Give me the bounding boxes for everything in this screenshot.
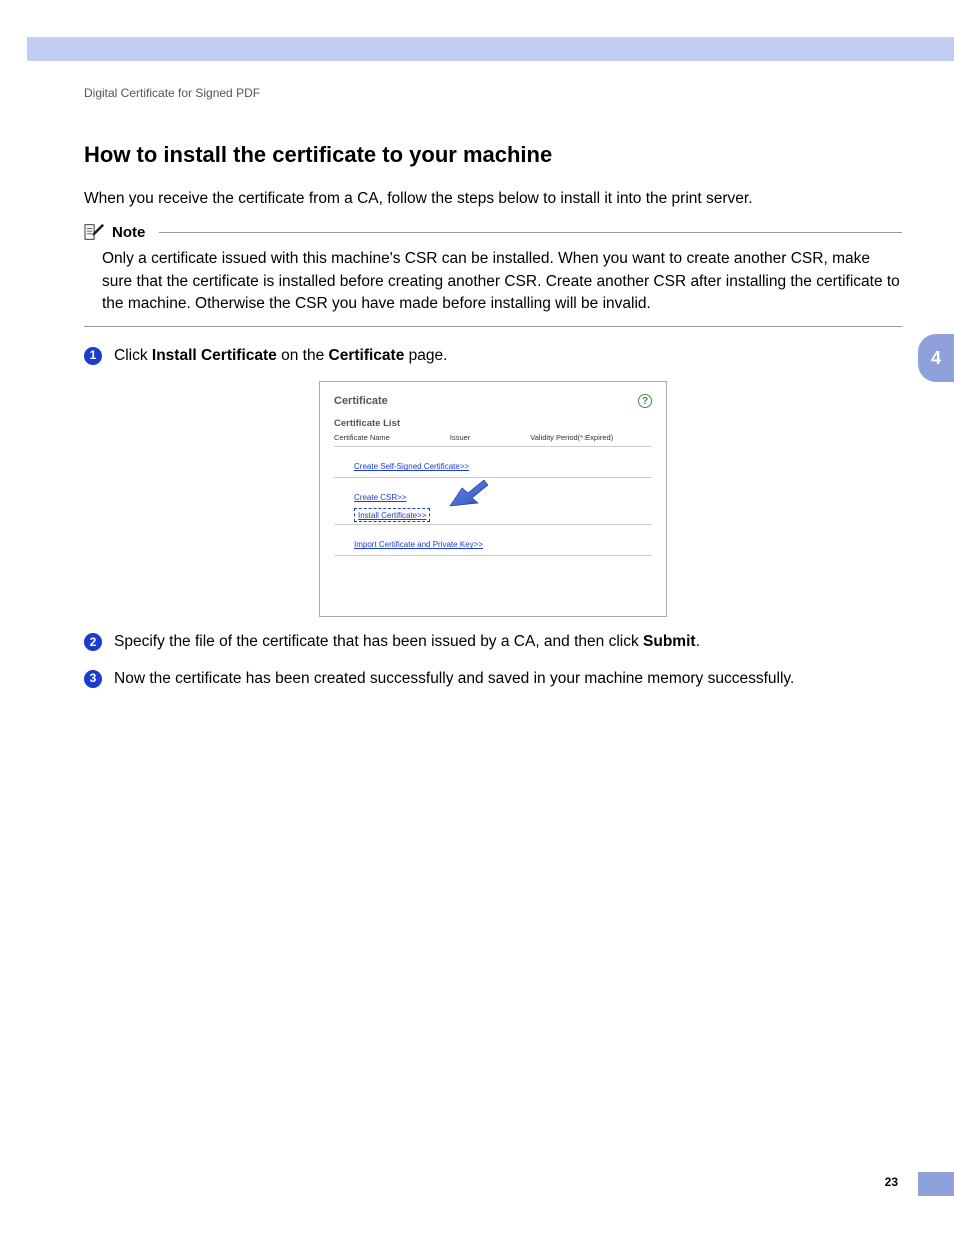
header-accent-bar bbox=[27, 37, 954, 61]
step-3-text: Now the certificate has been created suc… bbox=[114, 668, 794, 690]
ss-col-issuer: Issuer bbox=[450, 433, 470, 442]
step-1-bold1: Install Certificate bbox=[152, 347, 277, 364]
note-label: Note bbox=[112, 224, 145, 241]
page-number: 23 bbox=[885, 1175, 898, 1189]
ss-col-name: Certificate Name bbox=[334, 433, 390, 442]
note-block: Note Only a certificate issued with this… bbox=[84, 222, 902, 326]
page-content: Digital Certificate for Signed PDF How t… bbox=[84, 86, 902, 690]
note-body: Only a certificate issued with this mach… bbox=[84, 248, 902, 315]
step-3: 3 Now the certificate has been created s… bbox=[84, 668, 902, 690]
ss-panel-title: Certificate bbox=[334, 395, 388, 407]
step-2-post: . bbox=[696, 633, 700, 650]
ss-subtitle: Certificate List bbox=[334, 418, 652, 429]
step-1-bold2: Certificate bbox=[329, 347, 405, 364]
step-bullet-3: 3 bbox=[84, 670, 102, 688]
step-2-bold: Submit bbox=[643, 633, 696, 650]
page-heading: How to install the certificate to your m… bbox=[84, 142, 902, 168]
intro-paragraph: When you receive the certificate from a … bbox=[84, 188, 902, 210]
step-bullet-2: 2 bbox=[84, 633, 102, 651]
step-1-text: Click Install Certificate on the Certifi… bbox=[114, 345, 447, 367]
step-1-post: page. bbox=[404, 347, 447, 364]
step-1-pre: Click bbox=[114, 347, 152, 364]
ss-link-self-signed[interactable]: Create Self-Signed Certificate>> bbox=[354, 462, 469, 471]
ss-link-import-key[interactable]: Import Certificate and Private Key>> bbox=[354, 540, 483, 549]
breadcrumb: Digital Certificate for Signed PDF bbox=[84, 86, 902, 100]
embedded-screenshot: Certificate ? Certificate List Certifica… bbox=[319, 381, 667, 617]
ss-link-install-cert[interactable]: Install Certificate>> bbox=[358, 511, 426, 520]
note-rule-bottom bbox=[84, 326, 902, 327]
note-rule-top bbox=[159, 232, 902, 233]
note-pencil-icon bbox=[84, 222, 106, 242]
step-1: 1 Click Install Certificate on the Certi… bbox=[84, 345, 902, 367]
step-2-pre: Specify the file of the certificate that… bbox=[114, 633, 643, 650]
ss-link-create-csr[interactable]: Create CSR>> bbox=[354, 493, 406, 502]
step-2: 2 Specify the file of the certificate th… bbox=[84, 631, 902, 653]
footer-accent bbox=[918, 1172, 954, 1196]
chapter-tab: 4 bbox=[918, 334, 954, 382]
step-bullet-1: 1 bbox=[84, 347, 102, 365]
ss-col-validity: Validity Period(*:Expired) bbox=[530, 433, 613, 442]
step-2-text: Specify the file of the certificate that… bbox=[114, 631, 700, 653]
pointer-arrow-icon bbox=[448, 480, 488, 510]
help-icon[interactable]: ? bbox=[638, 394, 652, 408]
step-1-mid: on the bbox=[277, 347, 329, 364]
ss-column-headers: Certificate Name Issuer Validity Period(… bbox=[334, 433, 652, 447]
